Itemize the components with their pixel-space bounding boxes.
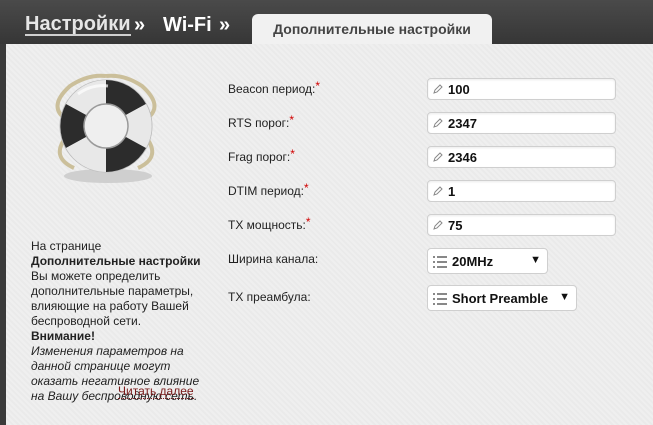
frag-threshold-input[interactable]: 2346 xyxy=(427,146,616,168)
breadcrumb-separator: » xyxy=(134,14,146,36)
dtim-period-input[interactable]: 1 xyxy=(427,180,616,202)
dtim-period-value: 1 xyxy=(448,184,456,199)
tx-preamble-value: Short Preamble xyxy=(452,291,549,306)
breadcrumb-settings-link[interactable]: Настройки xyxy=(25,14,131,36)
tx-power-input[interactable]: 75 xyxy=(427,214,616,236)
beacon-label: Beacon период:* xyxy=(228,79,320,96)
tx-preamble-label: TX преамбула: xyxy=(228,290,311,304)
pencil-icon xyxy=(433,220,443,230)
tx-power-value: 75 xyxy=(448,218,463,233)
help-warning-title: Внимание! xyxy=(31,329,95,343)
tx-preamble-select[interactable]: Short Preamble ▼ xyxy=(427,285,577,311)
help-text: На странице Дополнительные настройки Вы … xyxy=(31,239,211,404)
frag-threshold-value: 2346 xyxy=(448,150,477,165)
rts-threshold-value: 2347 xyxy=(448,116,477,131)
dtim-label: DTIM период:* xyxy=(228,181,309,198)
read-more-link[interactable]: Читать далее xyxy=(118,385,194,399)
channel-width-select[interactable]: 20MHz ▼ xyxy=(427,248,548,274)
chevron-down-icon: ▼ xyxy=(530,254,541,266)
tx-power-label: TX мощность:* xyxy=(228,215,311,232)
pencil-icon xyxy=(433,118,443,128)
rts-label: RTS порог:* xyxy=(228,113,295,130)
channel-width-label: Ширина канала: xyxy=(228,252,319,266)
frag-label: Frag порог:* xyxy=(228,147,295,164)
pencil-icon xyxy=(433,152,443,162)
top-bar: Настройки » Wi-Fi » Дополнительные настр… xyxy=(0,0,653,44)
help-description: Вы можете определить дополнительные пара… xyxy=(31,269,194,328)
help-intro: На странице xyxy=(31,239,102,253)
lifebuoy-icon xyxy=(44,64,168,188)
beacon-period-input[interactable]: 100 xyxy=(427,78,616,100)
breadcrumb-separator: » xyxy=(219,14,231,36)
chevron-down-icon: ▼ xyxy=(559,291,570,303)
pencil-icon xyxy=(433,186,443,196)
list-icon xyxy=(433,293,447,305)
pencil-icon xyxy=(433,84,443,94)
list-icon xyxy=(433,256,447,268)
rts-threshold-input[interactable]: 2347 xyxy=(427,112,616,134)
help-page-name: Дополнительные настройки xyxy=(31,254,201,268)
channel-width-value: 20MHz xyxy=(452,254,494,269)
beacon-period-value: 100 xyxy=(448,82,470,97)
tab-advanced-settings[interactable]: Дополнительные настройки xyxy=(252,14,492,44)
breadcrumb-wifi[interactable]: Wi-Fi xyxy=(163,14,212,37)
